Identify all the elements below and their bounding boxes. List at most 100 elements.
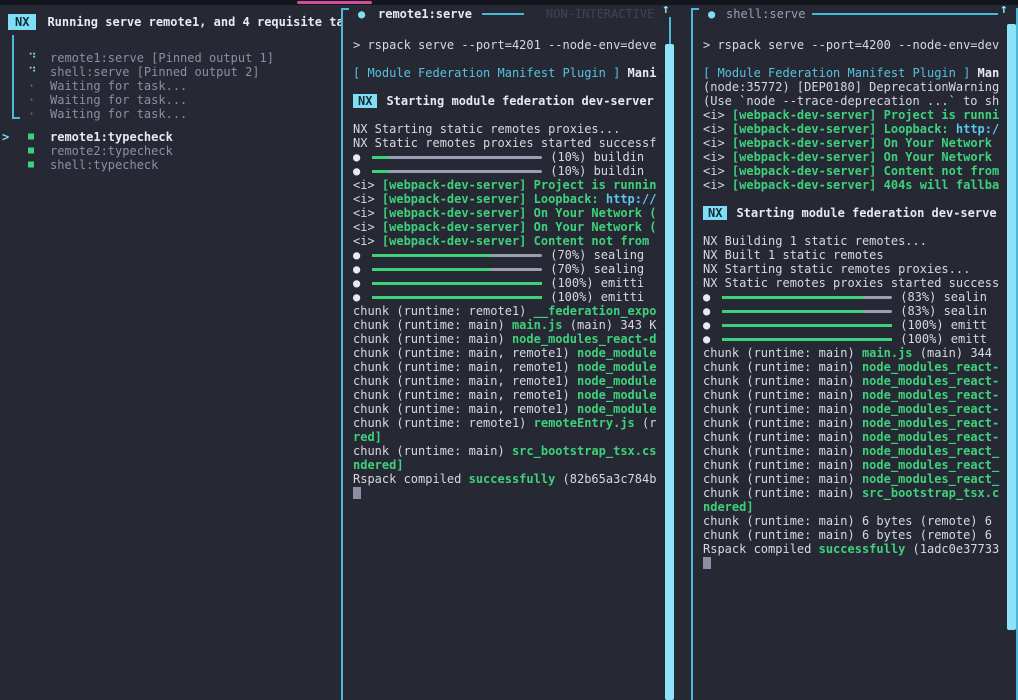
progress-bar [722, 324, 892, 327]
task-waiting-icon: · [28, 93, 35, 107]
terminal-line: chunk (runtime: main) 6 bytes (remote) 6 [703, 514, 1006, 528]
text-segment: > rspack serve --port=4200 --node-env=de… [703, 38, 999, 52]
text-segment: chunk (runtime: remote1) [353, 416, 534, 430]
task-label: Waiting for task... [50, 93, 187, 107]
terminal-line: chunk (runtime: main, remote1) node_modu… [353, 402, 662, 416]
terminal-line: ●(100%) emitti [353, 276, 662, 290]
terminal-line [703, 24, 1006, 38]
progress-bar [722, 338, 892, 341]
text-segment: chunk (runtime: main) [353, 318, 512, 332]
task-label: Waiting for task... [50, 79, 187, 93]
pane-title-shell-serve[interactable]: shell:serve [726, 7, 805, 21]
text-segment: node_module [577, 402, 656, 416]
pane-border-corner [341, 8, 349, 10]
text-segment: chunk (runtime: main) [353, 332, 512, 346]
terminal-line: <i> [webpack-dev-server] On Your Network [703, 136, 1006, 150]
terminal-line: chunk (runtime: main) node_modules_react… [353, 332, 662, 346]
text-segment: <i> [703, 150, 732, 164]
terminal-line: (node:35772) [DEP0180] DeprecationWarnin… [703, 80, 1006, 94]
task-list-item[interactable]: >■remote1:typecheck [0, 130, 341, 144]
progress-bullet-icon: ● [353, 164, 360, 178]
task-list-item[interactable]: ·Waiting for task... [0, 107, 341, 121]
text-segment: Man [970, 66, 999, 80]
scrollbar-track[interactable] [669, 17, 671, 45]
terminal-line: chunk (runtime: main) main.js (main) 344 [703, 346, 1006, 360]
text-segment: [webpack-dev-server] 404s will fallba [732, 178, 999, 192]
task-success-icon: ■ [28, 158, 34, 172]
scrollbar-thumb[interactable] [665, 44, 674, 700]
text-segment: NX Built 1 static remotes [703, 248, 884, 262]
progress-bar [372, 296, 542, 299]
text-segment: [webpack-dev-server] Content not from [382, 234, 649, 248]
terminal-line: ●(10%) buildin [353, 164, 662, 178]
text-segment: red] [353, 430, 382, 444]
text-segment: (r [635, 416, 657, 430]
terminal-line: chunk (runtime: remote1) remoteEntry.js … [353, 416, 662, 430]
text-segment: Starting module federation dev-serve [736, 206, 996, 220]
terminal-line: <i> [webpack-dev-server] 404s will fallb… [703, 178, 1006, 192]
nx-badge: NX [353, 94, 377, 108]
progress-label: (70%) sealing [550, 262, 644, 276]
task-list-item[interactable]: ■shell:typecheck [0, 158, 341, 172]
text-segment: <i> [353, 178, 382, 192]
text-segment: Rspack compiled [703, 542, 819, 556]
text-segment: node_module [577, 388, 656, 402]
progress-label: (100%) emitt [900, 332, 987, 346]
text-segment: chunk (runtime: main, remote1) [353, 388, 577, 402]
terminal-line [703, 192, 1006, 206]
text-segment: node_modules_react- [862, 430, 999, 444]
pane-title-remote1-serve[interactable]: remote1:serve [378, 7, 472, 21]
progress-bar [372, 254, 542, 257]
text-segment: NX Static remotes proxies started succes… [353, 136, 656, 150]
task-list-title: Running serve remote1, and 4 requisite t… [47, 15, 341, 29]
selected-pointer-icon: > [2, 130, 9, 144]
terminal-line: chunk (runtime: main) node_modules_react… [703, 402, 1006, 416]
task-running-icon: ● [708, 7, 715, 21]
text-segment: <i> [703, 178, 732, 192]
task-list-item[interactable]: · Waiting for task... [0, 79, 341, 93]
terminal-line: chunk (runtime: main) src_bootstrap_tsx.… [353, 444, 662, 458]
progress-bullet-icon: ● [353, 276, 360, 290]
text-segment: <i> [703, 164, 732, 178]
terminal-line: chunk (runtime: main) src_bootstrap_tsx.… [703, 486, 1006, 500]
scrollbar-thumb[interactable] [1007, 24, 1016, 630]
terminal-line: chunk (runtime: main) node_modules_react… [703, 430, 1006, 444]
text-segment: [ Module Federation Manifest Plugin ] [353, 66, 620, 80]
terminal-line: NX Built 1 static remotes [703, 248, 1006, 262]
terminal-line: chunk (runtime: main) node_modules_react… [703, 444, 1006, 458]
progress-bar [372, 268, 542, 271]
scroll-up-icon[interactable]: ↑ [662, 3, 670, 17]
text-segment: [webpack-dev-server] On Your Network ( [382, 220, 657, 234]
terminal-line: chunk (runtime: main) node_modules_react… [703, 374, 1006, 388]
task-label: remote1:typecheck [50, 130, 173, 144]
text-segment: node_modules_react-d [512, 332, 657, 346]
text-segment: node_modules_react_ [862, 472, 999, 486]
text-segment: __federation_expo [534, 304, 657, 318]
task-waiting-icon: · [28, 79, 35, 93]
text-segment: remoteEntry.js [534, 416, 635, 430]
task-list-item[interactable]: · Waiting for task... [0, 93, 341, 107]
task-success-icon: ■ [28, 144, 34, 158]
task-list-item[interactable]: ⠙shell:serve [Pinned output 2] [0, 65, 341, 79]
text-segment: [webpack-dev-server] Loopback: [732, 122, 956, 136]
terminal-line [353, 24, 662, 38]
terminal-line [703, 556, 1006, 570]
task-list-item[interactable]: ■remote2:typecheck [0, 144, 341, 158]
text-segment: node_module [577, 360, 656, 374]
terminal-line: > rspack serve --port=4200 --node-env=de… [703, 38, 1006, 52]
scroll-up-icon[interactable]: ↑ [1000, 3, 1008, 17]
task-list-item[interactable]: ⠙remote1:serve [Pinned output 1] [0, 51, 341, 65]
terminal-line: <i> [webpack-dev-server] Project is runn… [703, 108, 1006, 122]
text-segment: NX Static remotes proxies started succes… [703, 276, 999, 290]
terminal-line: chunk (runtime: main, remote1) node_modu… [353, 388, 662, 402]
pinned-task-group: ⠙remote1:serve [Pinned output 1]⠙shell:s… [0, 51, 341, 121]
text-segment: src_bootstrap_tsx.c [862, 486, 999, 500]
task-pinned-spinner-icon: ⠙ [28, 51, 37, 65]
text-segment: <i> [353, 234, 382, 248]
terminal-line: ●(100%) emitti [353, 290, 662, 304]
terminal-line: chunk (runtime: main) main.js (main) 343… [353, 318, 662, 332]
terminal-line: ●(100%) emitt [703, 332, 1006, 346]
nx-badge: NX [8, 14, 36, 30]
progress-bullet-icon: ● [353, 262, 360, 276]
terminal-line: <i> [webpack-dev-server] On Your Network [703, 150, 1006, 164]
